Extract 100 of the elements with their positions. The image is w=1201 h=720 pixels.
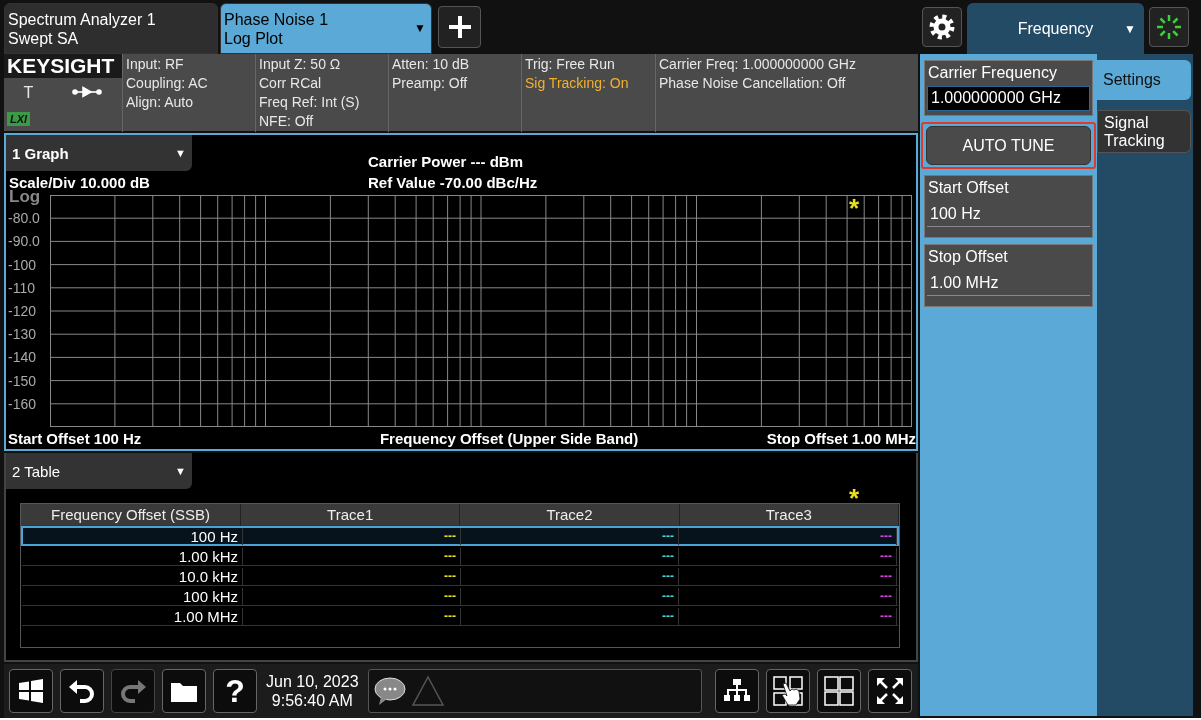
trace-value: --- (662, 528, 674, 545)
value-field[interactable]: 100 Hz (927, 203, 1090, 227)
carrier-power-label: Carrier Power --- dBm (368, 153, 525, 171)
table-cell: 1.00 kHz (23, 548, 243, 565)
plus-icon (448, 16, 471, 38)
axis-tick-label: -140 (8, 348, 38, 367)
side-tab[interactable]: Settings (1097, 60, 1191, 100)
trace-value: --- (880, 608, 892, 625)
table-row[interactable]: 100 kHz --- --- --- (21, 586, 899, 606)
touch-hand-icon (772, 675, 804, 707)
table-cell: 100 Hz (23, 528, 243, 545)
date-text: Jun 10, 2023 (266, 672, 359, 691)
trace-value: --- (662, 608, 674, 625)
field-label: Stop Offset (927, 247, 1009, 267)
status-text: Coupling: AC (126, 74, 209, 93)
chat-bubble-icon (372, 676, 407, 706)
status-text: Phase Noise Cancellation: Off (659, 74, 847, 93)
folder-button[interactable] (162, 669, 206, 713)
axis-tick-label: -80.0 (8, 209, 41, 228)
caret-icon: ▼ (175, 147, 186, 159)
layout-button[interactable] (817, 669, 861, 713)
status-text: Preamp: Off (392, 74, 469, 93)
scale-label: Scale/Div 10.000 dB (8, 173, 151, 191)
table-cell: 1.00 MHz (23, 608, 243, 625)
instrument-tab[interactable]: Spectrum Analyzer 1 Swept SA (4, 3, 218, 54)
axis-tick-label: -100 (8, 255, 38, 274)
trace-value: --- (662, 588, 674, 605)
status-text: Carrier Freq: 1.000000000 GHz (659, 55, 857, 74)
ref-value-label: Ref Value -70.00 dBc/Hz (368, 173, 539, 191)
lxi-badge: LXI (7, 112, 31, 126)
status-text: Align: Auto (126, 93, 194, 112)
menu-label: Frequency (1017, 19, 1094, 38)
table-row[interactable]: 10.0 kHz --- --- --- (21, 566, 899, 586)
trace-value: --- (880, 568, 892, 585)
table-cell: 100 kHz (23, 588, 243, 605)
settings-button[interactable] (922, 7, 962, 47)
message-area[interactable] (367, 669, 702, 713)
trace-value: --- (444, 608, 456, 625)
axis-tick-label: -130 (8, 325, 38, 344)
stop-offset-label: Stop Offset 1.00 MHz (766, 430, 916, 447)
status-text: Atten: 10 dB (392, 55, 471, 74)
caret-icon: ▼ (1124, 21, 1136, 36)
value-field[interactable]: 1.000000000 GHz (927, 86, 1090, 111)
status-text: Corr RCal (259, 74, 323, 93)
activity-button[interactable] (1149, 7, 1189, 47)
start-offset-label: Start Offset 100 Hz (8, 430, 142, 447)
trace-value: --- (662, 548, 674, 565)
field-label: Carrier Frequency (927, 63, 1058, 83)
trace-value: --- (662, 568, 674, 585)
axis-tick-label: -120 (8, 302, 38, 320)
axis-tick-label: -150 (8, 371, 38, 390)
dropdown-label: 1 Graph (12, 144, 69, 162)
four-squares-icon (823, 675, 855, 707)
expand-icon (874, 675, 906, 707)
fullscreen-button[interactable] (868, 669, 912, 713)
status-text: Freq Ref: Int (S) (259, 93, 361, 112)
trace-value: --- (444, 548, 456, 565)
status-text: Trig: Free Run (525, 55, 616, 74)
brand-logo: KEYSIGHT (4, 54, 122, 78)
status-text: Input: RF (126, 55, 185, 74)
signal-path-icon (72, 86, 103, 98)
warning-triangle-icon (410, 675, 445, 707)
table-row[interactable]: 1.00 kHz --- --- --- (21, 546, 899, 566)
status-text: Input Z: 50 Ω (259, 55, 342, 74)
network-button[interactable] (715, 669, 759, 713)
x-axis-title: Frequency Offset (Upper Side Band) (379, 430, 639, 447)
trace-value: --- (444, 588, 456, 605)
axis-tick-label: -160 (8, 394, 38, 413)
help-button[interactable]: ? (213, 669, 257, 713)
settings-icon (927, 12, 957, 42)
trace-value: --- (880, 588, 892, 605)
caret-icon: ▼ (175, 465, 186, 477)
touch-button[interactable] (766, 669, 810, 713)
table-row[interactable]: 100 Hz --- --- --- (21, 526, 899, 546)
window-dropdown[interactable]: 2 Table ▼ (6, 453, 192, 489)
trigger-label: T (23, 82, 34, 102)
trace-value: --- (444, 528, 456, 545)
window-dropdown[interactable]: 1 Graph ▼ (6, 135, 192, 171)
side-tab[interactable]: Signal Tracking (1097, 110, 1191, 153)
undo-button[interactable] (60, 669, 104, 713)
status-text: NFE: Off (259, 112, 315, 131)
spinner-icon (1154, 12, 1184, 42)
trace-value: --- (880, 528, 892, 545)
table-cell: 10.0 kHz (23, 568, 243, 585)
auto-tune-button[interactable]: AUTO TUNE (926, 126, 1091, 165)
add-button[interactable] (438, 6, 481, 48)
windows-button[interactable] (9, 669, 53, 713)
time-text: 9:56:40 AM (270, 691, 354, 710)
trace-value: --- (444, 568, 456, 585)
frequency-menu[interactable]: Frequency ▼ (967, 3, 1144, 54)
axis-tick-label: -90.0 (8, 232, 41, 251)
value-field[interactable]: 1.00 MHz (927, 272, 1090, 296)
trace-value: --- (880, 548, 892, 565)
field-label: Start Offset (927, 178, 1010, 198)
axis-tick-label: -110 (8, 278, 36, 297)
status-text: Sig Tracking: On (525, 74, 630, 93)
table-row[interactable]: 1.00 MHz --- --- --- (21, 606, 899, 626)
dropdown-label: 2 Table (12, 462, 61, 480)
instrument-tab[interactable]: Phase Noise 1 Log Plot ▼ (220, 3, 432, 54)
asterisk-label: * (849, 197, 860, 219)
